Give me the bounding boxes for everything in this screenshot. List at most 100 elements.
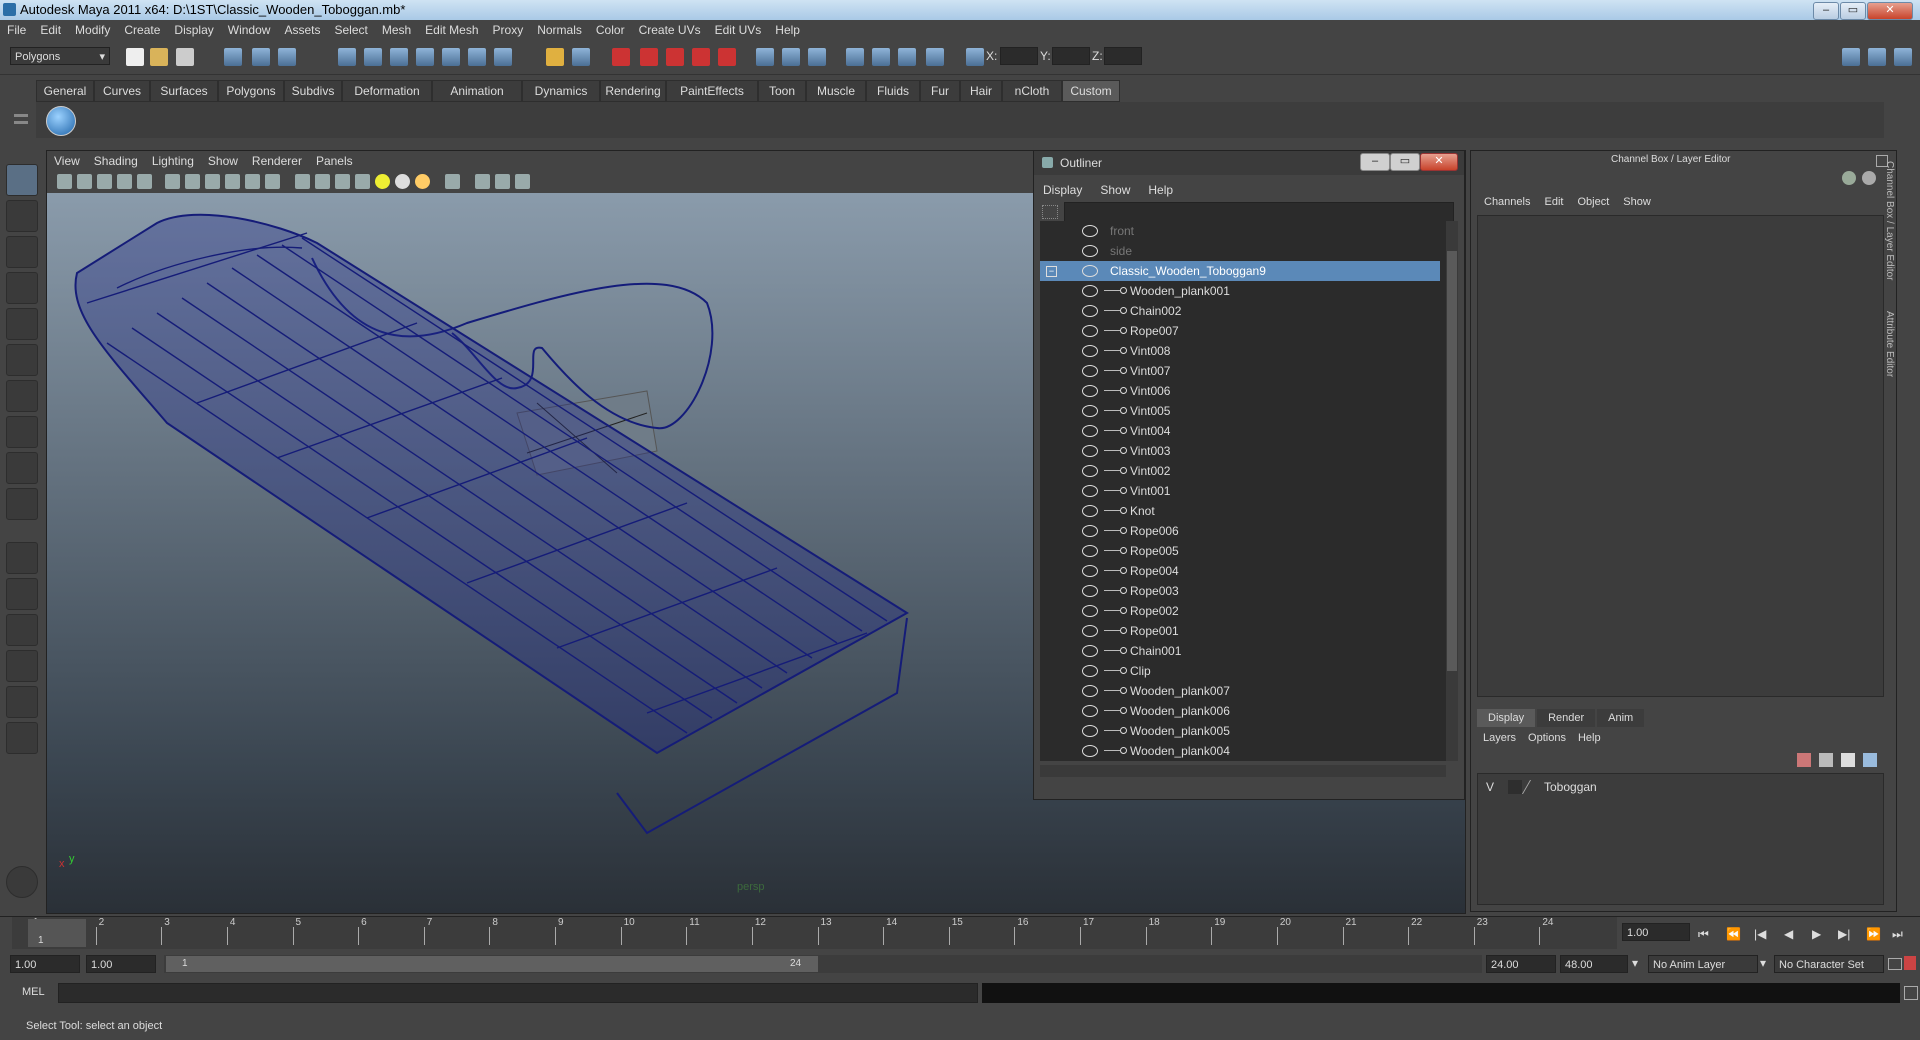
outliner-item[interactable]: Knot: [1040, 501, 1440, 521]
menu-color[interactable]: Color: [589, 20, 632, 40]
wireframe-on-shaded-icon[interactable]: [335, 174, 350, 189]
shelf-tab-fluids[interactable]: Fluids: [866, 80, 920, 102]
joints-xray-icon[interactable]: [515, 174, 530, 189]
input-icon[interactable]: [572, 48, 590, 66]
all-lights-icon[interactable]: [395, 174, 410, 189]
current-frame-field[interactable]: 1.00: [1622, 923, 1690, 941]
outliner-minimize-button[interactable]: –: [1360, 153, 1390, 171]
viewport-menu-shading[interactable]: Shading: [87, 151, 145, 171]
animation-preferences-icon[interactable]: [1904, 956, 1916, 970]
chevron-down-icon[interactable]: ▾: [1632, 956, 1638, 970]
outliner-item[interactable]: side: [1040, 241, 1440, 261]
outliner-horizontal-scrollbar[interactable]: [1040, 765, 1446, 777]
layout-hypershade-icon[interactable]: [6, 686, 38, 718]
render-settings-icon[interactable]: [846, 48, 864, 66]
lights-icon[interactable]: [898, 48, 916, 66]
menu-help[interactable]: Help: [768, 20, 807, 40]
menu-create[interactable]: Create: [117, 20, 167, 40]
shadows-icon[interactable]: [415, 174, 430, 189]
show-manipulator-icon[interactable]: [6, 452, 38, 484]
viewport-menu-renderer[interactable]: Renderer: [245, 151, 309, 171]
shelf-tab-general[interactable]: General: [36, 80, 94, 102]
manipulator-tool-icon[interactable]: [6, 380, 38, 412]
channel-box-menu-edit[interactable]: Edit: [1537, 193, 1570, 211]
shelf-tab-rendering[interactable]: Rendering: [600, 80, 666, 102]
viewport-menu-view[interactable]: View: [47, 151, 87, 171]
magnet-live-icon[interactable]: [718, 48, 736, 66]
outliner-item[interactable]: Rope003: [1040, 581, 1440, 601]
menu-mesh[interactable]: Mesh: [375, 20, 418, 40]
channel-box-icon-b[interactable]: [1862, 171, 1876, 185]
outliner-item[interactable]: front: [1040, 221, 1440, 241]
save-scene-icon[interactable]: [176, 48, 194, 66]
bookmark-icon[interactable]: [97, 174, 112, 189]
layer-options-icon[interactable]: [1819, 753, 1833, 767]
textured-icon[interactable]: [355, 174, 370, 189]
go-to-start-icon[interactable]: ⏮: [1698, 927, 1709, 942]
magnet-point-icon[interactable]: [666, 48, 684, 66]
anim-layer-select[interactable]: No Anim Layer: [1648, 955, 1758, 973]
shelf-tab-toon[interactable]: Toon: [758, 80, 806, 102]
attribute-editor-side-tab[interactable]: Attribute Editor: [1881, 311, 1895, 451]
time-slider[interactable]: 123456789101112131415161718192021222324 …: [0, 916, 1920, 951]
outliner-close-button[interactable]: ✕: [1420, 153, 1458, 171]
render-ipr-icon[interactable]: [808, 48, 826, 66]
viewport-menu-lighting[interactable]: Lighting: [145, 151, 201, 171]
menu-select[interactable]: Select: [327, 20, 374, 40]
y-field[interactable]: [1052, 47, 1090, 65]
outliner-maximize-button[interactable]: ▭: [1390, 153, 1420, 171]
film-gate-icon[interactable]: [165, 174, 180, 189]
magnet-view-icon[interactable]: [692, 48, 710, 66]
menu-display[interactable]: Display: [167, 20, 220, 40]
collapse-toggle-icon[interactable]: −: [1046, 266, 1057, 277]
render-frame-icon[interactable]: [782, 48, 800, 66]
outliner-item[interactable]: Clip: [1040, 661, 1440, 681]
menu-modify[interactable]: Modify: [68, 20, 117, 40]
isolate-select-icon[interactable]: [445, 174, 460, 189]
rotate-tool-icon[interactable]: [6, 308, 38, 340]
filter-icon[interactable]: [1042, 205, 1058, 219]
outliner-item[interactable]: Wooden_plank004: [1040, 741, 1440, 761]
range-slider-track[interactable]: 1 24: [164, 955, 1482, 973]
outliner-menu-display[interactable]: Display: [1034, 181, 1091, 199]
key-icon[interactable]: [1888, 958, 1902, 970]
playback-end-field[interactable]: 24.00: [1486, 955, 1556, 973]
layer-visibility-toggle[interactable]: V: [1486, 780, 1494, 794]
menu-proxy[interactable]: Proxy: [486, 20, 531, 40]
toggle-tool-settings-icon[interactable]: [1868, 48, 1886, 66]
go-to-end-icon[interactable]: ⏭: [1892, 927, 1903, 942]
image-plane-icon[interactable]: [117, 174, 132, 189]
shelf-tab-ncloth[interactable]: nCloth: [1002, 80, 1062, 102]
outliner-menu-help[interactable]: Help: [1139, 181, 1182, 199]
lasso-tool-icon[interactable]: [6, 200, 38, 232]
render-view-icon[interactable]: [756, 48, 774, 66]
outliner-item[interactable]: Vint004: [1040, 421, 1440, 441]
shelf-tab-subdivs[interactable]: Subdivs: [284, 80, 342, 102]
mode-select[interactable]: Polygons ▾: [10, 47, 110, 65]
gate-mask-icon[interactable]: [205, 174, 220, 189]
toggle-channel-box-icon[interactable]: [1894, 48, 1912, 66]
end-time-field[interactable]: 48.00: [1560, 955, 1628, 973]
layer-tab-anim[interactable]: Anim: [1597, 709, 1645, 727]
safe-action-icon[interactable]: [245, 174, 260, 189]
outliner-item[interactable]: Vint003: [1040, 441, 1440, 461]
snap-surface-icon[interactable]: [442, 48, 460, 66]
shelf-tab-painteffects[interactable]: PaintEffects: [666, 80, 758, 102]
play-backward-icon[interactable]: ◀: [1784, 927, 1793, 941]
layout-graph-icon[interactable]: [6, 650, 38, 682]
script-editor-icon[interactable]: [1904, 986, 1918, 1000]
menu-edit[interactable]: Edit: [33, 20, 68, 40]
last-tool-icon[interactable]: [6, 488, 38, 520]
command-input[interactable]: [58, 983, 978, 1003]
mel-label[interactable]: MEL: [22, 986, 45, 998]
menu-window[interactable]: Window: [221, 20, 278, 40]
safe-title-icon[interactable]: [265, 174, 280, 189]
viewport-menu-panels[interactable]: Panels: [309, 151, 360, 171]
play-forward-icon[interactable]: ▶: [1812, 927, 1821, 941]
outliner-item[interactable]: Rope006: [1040, 521, 1440, 541]
hypershade-icon[interactable]: [872, 48, 890, 66]
step-forward-frame-icon[interactable]: ▶|: [1838, 927, 1850, 941]
select-object-icon[interactable]: [252, 48, 270, 66]
menu-create-uvs[interactable]: Create UVs: [632, 20, 708, 40]
outliner-item[interactable]: Rope004: [1040, 561, 1440, 581]
